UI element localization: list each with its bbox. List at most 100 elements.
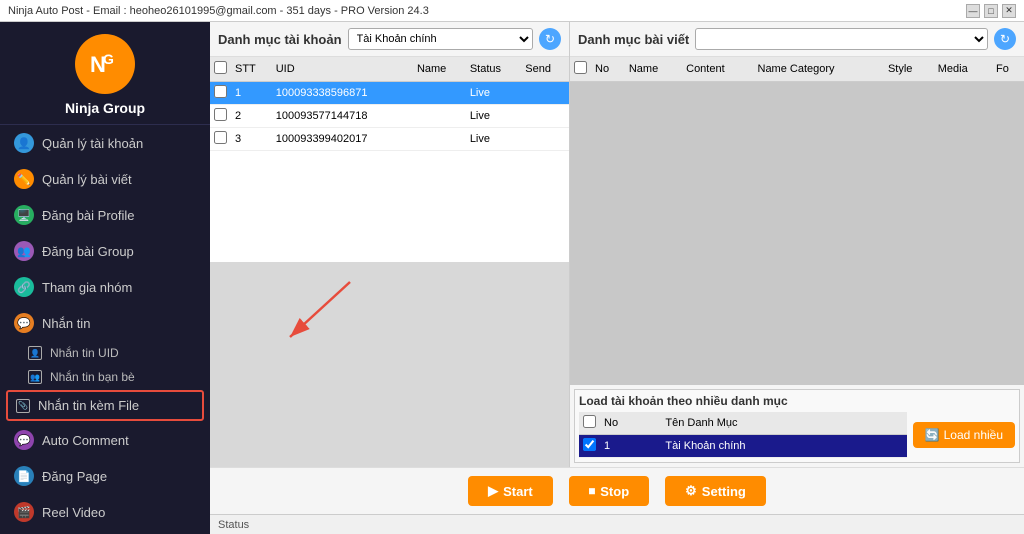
profile-post-icon: 🖥️: [14, 205, 34, 225]
sidebar-logo: N G Ninja Group: [0, 22, 210, 125]
load-inner: No Tên Danh Mục 1 Tài Khoản chính 🔄: [579, 412, 1015, 458]
right-panel: Danh mục bài viết ↻ No Name Conte: [570, 22, 1024, 467]
row-name: [413, 105, 466, 128]
group-post-icon: 👥: [14, 241, 34, 261]
sidebar-label: Reel Video: [42, 505, 105, 520]
panels-row: Danh mục tài khoản Tài Khoản chính ↻ STT…: [210, 22, 1024, 467]
sidebar-label: Đăng Page: [42, 469, 107, 484]
sidebar-item-page-profile[interactable]: 👤 Page Profile: [0, 530, 210, 534]
logo-text: Ninja Group: [65, 100, 145, 116]
load-col-no: No: [600, 412, 661, 435]
row-checkbox[interactable]: [214, 131, 227, 144]
post-select-all[interactable]: [574, 61, 587, 74]
maximize-button[interactable]: □: [984, 4, 998, 18]
post-table-header: No Name Content Name Category Style Medi…: [570, 57, 1024, 82]
page-icon: 📄: [14, 466, 34, 486]
table-row[interactable]: 3 100093399402017 Live: [210, 128, 569, 151]
account-category-select[interactable]: Tài Khoản chính: [348, 28, 533, 50]
row-name: [413, 128, 466, 151]
arrow-annotation: [270, 272, 370, 352]
sidebar-sub-nhan-tin-ban-be[interactable]: 👥 Nhắn tin bạn bè: [0, 365, 210, 389]
sidebar-label: Quản lý bài viết: [42, 172, 132, 187]
col-no: No: [591, 57, 625, 82]
bottom-controls: ▶ Start ⏹ Stop ⚙ Setting: [210, 467, 1024, 514]
right-panel-header: Danh mục bài viết ↻: [570, 22, 1024, 57]
row-checkbox-cell: [210, 82, 231, 105]
col-check: [570, 57, 591, 82]
close-button[interactable]: ✕: [1002, 4, 1016, 18]
sidebar-label: Tham gia nhóm: [42, 280, 132, 295]
table-header-row: STT UID Name Status Send: [210, 57, 569, 82]
sidebar-item-dang-bai-profile[interactable]: 🖥️ Đăng bài Profile: [0, 197, 210, 233]
sidebar-item-reel-video[interactable]: 🎬 Reel Video: [0, 494, 210, 530]
col-name: Name: [413, 57, 466, 82]
start-button[interactable]: ▶ Start: [468, 476, 553, 506]
col-stt: STT: [231, 57, 272, 82]
row-status: Live: [466, 128, 521, 151]
status-bar: Status: [210, 514, 1024, 534]
load-table-header: No Tên Danh Mục: [579, 412, 907, 435]
logo-icon: N G: [75, 34, 135, 94]
select-all-checkbox[interactable]: [214, 61, 227, 74]
post-category-select[interactable]: [695, 28, 988, 50]
setting-button[interactable]: ⚙ Setting: [665, 476, 766, 506]
setting-icon: ⚙: [685, 483, 697, 499]
load-row-checkbox[interactable]: [583, 438, 596, 451]
sidebar-item-auto-comment[interactable]: 💬 Auto Comment: [0, 422, 210, 458]
start-icon: ▶: [488, 483, 498, 499]
post-table: No Name Content Name Category Style Medi…: [570, 57, 1024, 82]
row-checkbox-cell: [210, 105, 231, 128]
sub-label: Nhắn tin kèm File: [38, 398, 139, 413]
load-nhieu-button[interactable]: 🔄 Load nhiều: [913, 422, 1015, 448]
sidebar-item-nhan-tin[interactable]: 💬 Nhắn tin: [0, 305, 210, 341]
load-select-all[interactable]: [583, 415, 596, 428]
sidebar-label: Quản lý tài khoản: [42, 136, 143, 151]
left-panel-title: Danh mục tài khoản: [218, 32, 342, 47]
col-fo: Fo: [992, 57, 1024, 82]
col-status: Status: [466, 57, 521, 82]
load-row-name: Tài Khoản chính: [661, 435, 906, 458]
right-panel-title: Danh mục bài viết: [578, 32, 689, 47]
sidebar-item-quan-ly-bai-viet[interactable]: ✏️ Quản lý bài viết: [0, 161, 210, 197]
load-row-no: 1: [600, 435, 661, 458]
account-table: STT UID Name Status Send 1 1000933385968…: [210, 57, 569, 151]
sidebar-sub-nhan-tin-uid[interactable]: 👤 Nhắn tin UID: [0, 341, 210, 365]
join-group-icon: 🔗: [14, 277, 34, 297]
stop-button[interactable]: ⏹ Stop: [569, 476, 649, 506]
sub-label: Nhắn tin UID: [50, 346, 119, 360]
load-table: No Tên Danh Mục 1 Tài Khoản chính: [579, 412, 907, 458]
row-uid: 100093577144718: [272, 105, 413, 128]
row-send: [521, 82, 569, 105]
row-name: [413, 82, 466, 105]
table-row[interactable]: 1 100093338596871 Live: [210, 82, 569, 105]
load-col-name: Tên Danh Mục: [661, 412, 906, 435]
left-panel: Danh mục tài khoản Tài Khoản chính ↻ STT…: [210, 22, 570, 467]
left-gray-area: [210, 262, 569, 467]
right-refresh-button[interactable]: ↻: [994, 28, 1016, 50]
right-gray-area: No Name Content Name Category Style Medi…: [570, 57, 1024, 385]
row-checkbox[interactable]: [214, 85, 227, 98]
load-table-row[interactable]: 1 Tài Khoản chính: [579, 435, 907, 458]
reel-icon: 🎬: [14, 502, 34, 522]
load-col-check: [579, 412, 600, 435]
left-table-container: STT UID Name Status Send 1 1000933385968…: [210, 57, 569, 262]
sidebar-item-quan-ly-tai-khoan[interactable]: 👤 Quản lý tài khoản: [0, 125, 210, 161]
row-checkbox[interactable]: [214, 108, 227, 121]
load-row-check: [579, 435, 600, 458]
col-uid: UID: [272, 57, 413, 82]
sidebar-item-dang-page[interactable]: 📄 Đăng Page: [0, 458, 210, 494]
title-bar-controls: — □ ✕: [966, 4, 1016, 18]
sidebar-sub-nhan-tin-kem-file[interactable]: 📎 Nhắn tin kèm File: [6, 390, 204, 421]
sidebar-item-tham-gia-nhom[interactable]: 🔗 Tham gia nhóm: [0, 269, 210, 305]
table-row[interactable]: 2 100093577144718 Live: [210, 105, 569, 128]
left-refresh-button[interactable]: ↻: [539, 28, 561, 50]
title-bar-text: Ninja Auto Post - Email : heoheo26101995…: [8, 5, 429, 17]
status-label: Status: [218, 519, 249, 531]
stop-label: Stop: [600, 484, 629, 499]
row-checkbox-cell: [210, 128, 231, 151]
load-section-title: Load tài khoản theo nhiều danh mục: [579, 394, 1015, 408]
post-icon: ✏️: [14, 169, 34, 189]
start-label: Start: [503, 484, 533, 499]
sidebar-item-dang-bai-group[interactable]: 👥 Đăng bài Group: [0, 233, 210, 269]
minimize-button[interactable]: —: [966, 4, 980, 18]
